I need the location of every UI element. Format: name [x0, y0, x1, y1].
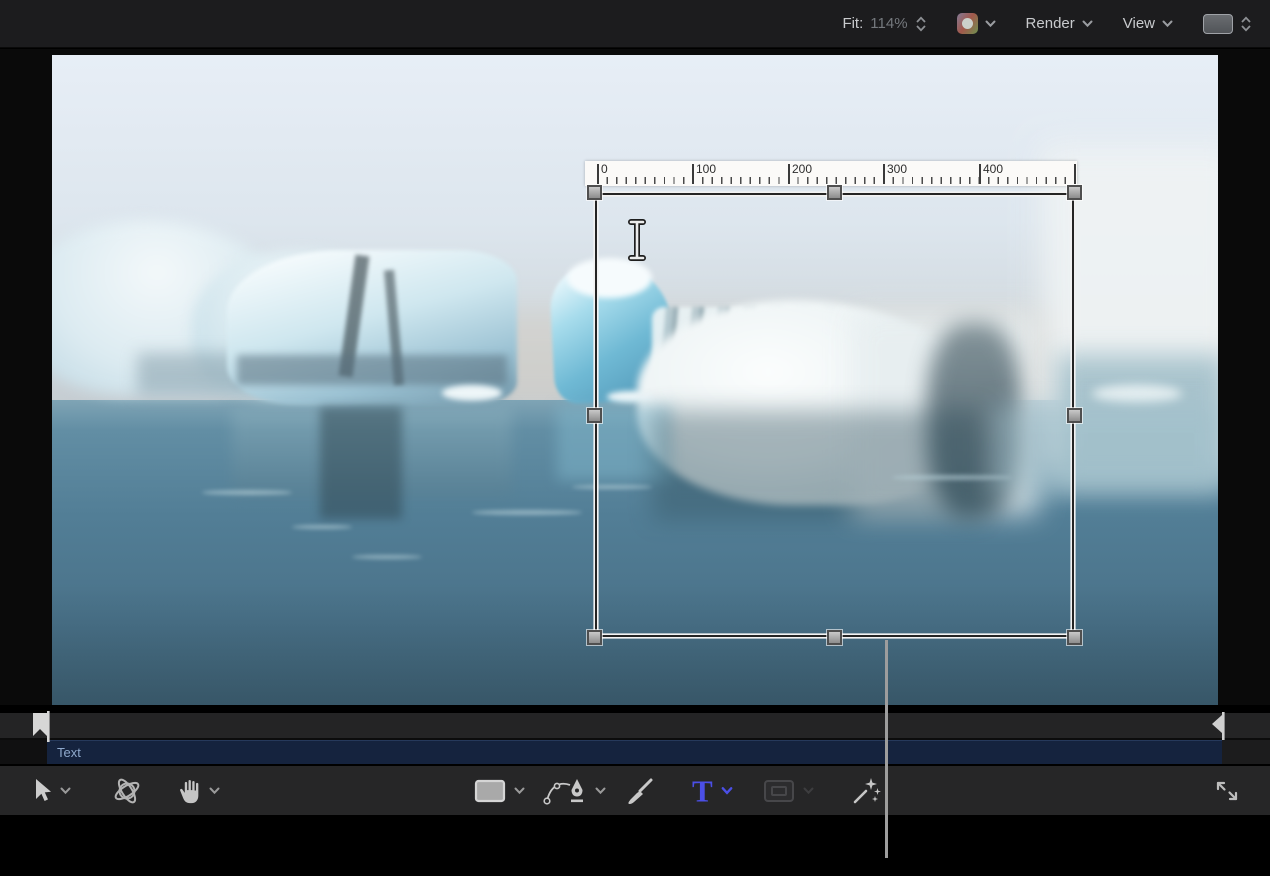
chevron-down-icon: [1082, 20, 1093, 28]
ruler-major-tick: [692, 164, 694, 184]
display-icon: [1203, 14, 1233, 34]
window-footer: [0, 815, 1270, 876]
pan-hand-icon: [177, 777, 201, 805]
rectangle-shape-icon: [474, 779, 506, 803]
ruler-label: 100: [696, 162, 716, 176]
fit-label: Fit:: [842, 15, 863, 32]
tool-pan-hand[interactable]: [177, 777, 220, 805]
handle-top-center[interactable]: [827, 185, 842, 200]
ruler-label: 0: [601, 162, 608, 176]
ruler-label: 400: [983, 162, 1003, 176]
bezier-pen-icon: [543, 777, 587, 805]
chevron-down-icon: [985, 20, 996, 28]
handle-bottom-right[interactable]: [1067, 630, 1082, 645]
chevron-down-icon: [595, 787, 606, 795]
handle-bottom-left[interactable]: [587, 630, 602, 645]
chevron-down-icon: [209, 787, 220, 795]
ruler-major-tick: [883, 164, 885, 184]
handle-mid-left[interactable]: [587, 408, 602, 423]
tool-rectangle-shape[interactable]: [474, 779, 525, 803]
ruler-label: 200: [792, 162, 812, 176]
color-channels-menu[interactable]: [957, 13, 996, 34]
handle-mid-right[interactable]: [1067, 408, 1082, 423]
chevron-down-icon: [60, 787, 71, 795]
top-toolbar: Fit: 114% Render View: [0, 0, 1270, 48]
view-label: View: [1123, 15, 1155, 32]
tool-paint-stroke[interactable]: [626, 777, 654, 805]
ripple-highlight: [472, 510, 582, 515]
stepper-icon: [915, 15, 927, 33]
timeline-layer-row: Text: [0, 740, 1270, 764]
iceberg-shadow-band: [237, 355, 507, 385]
tool-adjust-glyph[interactable]: [851, 777, 881, 805]
tool-3d-transform[interactable]: [111, 777, 143, 805]
timeline-marker-track[interactable]: [0, 713, 1270, 740]
range-end-marker-icon[interactable]: [1210, 712, 1230, 742]
water-reflection-dark: [320, 407, 402, 519]
ice-floe: [442, 385, 502, 401]
ruler-major-tick: [788, 164, 790, 184]
chevron-down-icon: [721, 786, 733, 795]
text-tool-icon: T: [692, 775, 713, 806]
ruler-label: 300: [887, 162, 907, 176]
bottom-toolbar: T: [0, 765, 1270, 815]
render-menu[interactable]: Render: [1026, 15, 1093, 32]
ice-floe: [1092, 385, 1182, 403]
motion-canvas-window: Fit: 114% Render View: [0, 0, 1270, 876]
ruler-major-tick: [1074, 164, 1076, 184]
expand-diagonal-icon: [1213, 778, 1241, 804]
display-select-control[interactable]: [1203, 14, 1252, 34]
timeline-layer-lead: [0, 740, 47, 764]
chevron-down-icon: [803, 787, 814, 795]
zoom-value: 114%: [870, 15, 907, 32]
range-start-flag-icon[interactable]: [31, 711, 55, 743]
ruler-major-tick: [597, 164, 599, 184]
ruler-major-tick: [979, 164, 981, 184]
text-insertion-line: [885, 640, 888, 858]
ripple-highlight: [352, 555, 422, 559]
paint-stroke-icon: [626, 777, 654, 805]
text-box-ruler: 0 100 200 300 400 500: [585, 161, 1077, 186]
ripple-highlight: [202, 490, 292, 495]
view-menu[interactable]: View: [1123, 15, 1173, 32]
tool-text[interactable]: T: [692, 775, 733, 806]
3d-transform-orbit-icon: [111, 777, 143, 805]
chevron-down-icon: [514, 787, 525, 795]
adjust-glyph-wand-icon: [851, 777, 881, 805]
expand-view-button[interactable]: [1213, 778, 1241, 804]
tool-rectangle-mask[interactable]: [763, 779, 814, 803]
chevron-down-icon: [1162, 20, 1173, 28]
text-layer-label: Text: [47, 745, 81, 760]
tool-bezier-pen[interactable]: [543, 777, 606, 805]
ibeam-cursor-icon: [624, 216, 650, 264]
rectangle-mask-icon: [763, 779, 795, 803]
color-gamut-swatch-icon: [957, 13, 978, 34]
zoom-fit-control[interactable]: Fit: 114%: [842, 15, 926, 33]
select-arrow-icon: [32, 778, 52, 804]
stepper-icon: [1240, 15, 1252, 33]
tool-select-arrow[interactable]: [32, 778, 71, 804]
handle-top-right[interactable]: [1067, 185, 1082, 200]
text-box-selection[interactable]: [595, 193, 1074, 637]
ruler-minor-ticks: [597, 177, 1075, 184]
timeline-separator: [0, 705, 1270, 713]
text-layer-bar[interactable]: Text: [47, 740, 1222, 764]
handle-top-left[interactable]: [587, 185, 602, 200]
render-label: Render: [1026, 15, 1075, 32]
ripple-highlight: [292, 525, 352, 529]
handle-bottom-center[interactable]: [827, 630, 842, 645]
